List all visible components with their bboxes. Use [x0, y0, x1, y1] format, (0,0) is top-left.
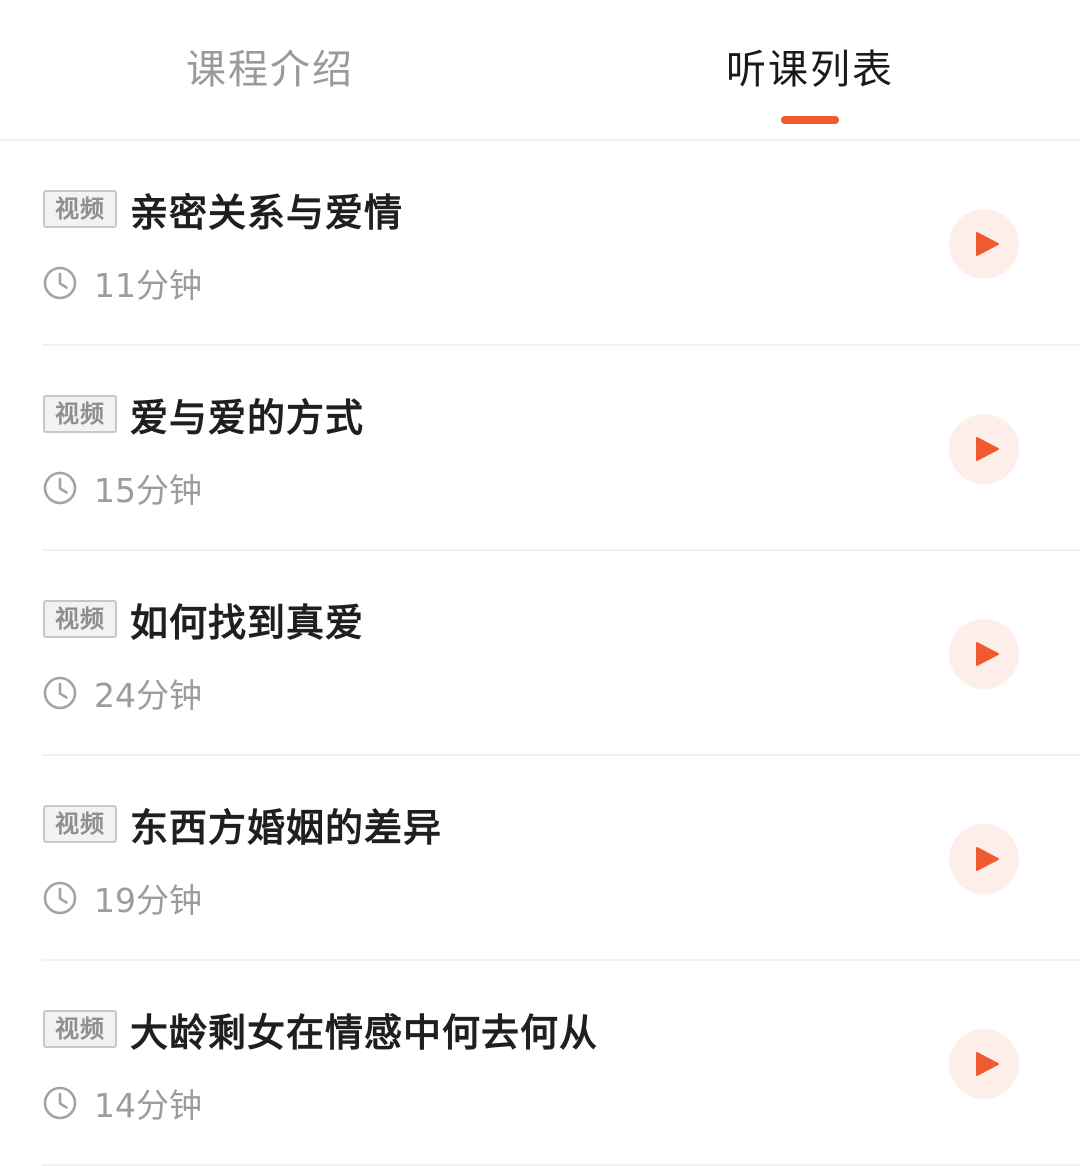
lesson-duration: 15分钟: [94, 471, 202, 510]
active-tab-indicator: [781, 116, 839, 124]
play-button[interactable]: [949, 619, 1019, 689]
list-item[interactable]: 视频 亲密关系与爱情 11分钟: [0, 141, 1080, 346]
lesson-title: 亲密关系与爱情: [130, 190, 404, 235]
lesson-duration: 14分钟: [94, 1086, 202, 1125]
lesson-title: 爱与爱的方式: [130, 395, 365, 440]
list-item[interactable]: 视频 东西方婚姻的差异 19分钟: [0, 756, 1080, 961]
list-item[interactable]: 视频 爱与爱的方式 15分钟: [0, 346, 1080, 551]
clock-icon: [43, 266, 77, 300]
play-icon: [975, 232, 999, 256]
list-item[interactable]: 视频 如何找到真爱 24分钟: [0, 551, 1080, 756]
video-badge: 视频: [43, 600, 117, 638]
video-badge: 视频: [43, 395, 117, 433]
video-badge: 视频: [43, 1010, 117, 1048]
lesson-title-row: 视频 亲密关系与爱情: [43, 185, 403, 235]
play-icon: [975, 642, 999, 666]
lesson-meta: 15分钟: [43, 468, 202, 510]
video-badge: 视频: [43, 190, 117, 228]
tab-bar: 课程介绍 听课列表: [0, 0, 1080, 141]
play-button[interactable]: [949, 414, 1019, 484]
list-item[interactable]: 视频 大龄剩女在情感中何去何从 14分钟: [0, 961, 1080, 1166]
lesson-meta: 14分钟: [43, 1083, 202, 1125]
play-button[interactable]: [949, 824, 1019, 894]
video-badge: 视频: [43, 805, 117, 843]
play-icon: [975, 1052, 999, 1076]
lesson-meta: 11分钟: [43, 263, 202, 305]
lesson-title-row: 视频 爱与爱的方式: [43, 390, 364, 440]
play-icon: [975, 437, 999, 461]
play-icon: [975, 847, 999, 871]
tab-label: 课程介绍: [186, 47, 354, 93]
lesson-title: 如何找到真爱: [130, 600, 365, 645]
lesson-title-row: 视频 大龄剩女在情感中何去何从: [43, 1005, 598, 1055]
lesson-duration: 24分钟: [94, 676, 202, 715]
lesson-title: 大龄剩女在情感中何去何从: [130, 1010, 599, 1055]
lesson-title-row: 视频 如何找到真爱: [43, 595, 364, 645]
lesson-meta: 19分钟: [43, 878, 202, 920]
clock-icon: [43, 1086, 77, 1120]
play-button[interactable]: [949, 209, 1019, 279]
play-button[interactable]: [949, 1029, 1019, 1099]
lesson-list: 视频 亲密关系与爱情 11分钟 视频 爱与爱的方式 15分钟 视频 如何找到真爱…: [0, 141, 1080, 1166]
tab-lesson-list[interactable]: 听课列表: [700, 0, 920, 141]
lesson-duration: 19分钟: [94, 881, 202, 920]
tab-course-intro[interactable]: 课程介绍: [160, 0, 380, 141]
clock-icon: [43, 881, 77, 915]
lesson-title-row: 视频 东西方婚姻的差异: [43, 800, 442, 850]
clock-icon: [43, 471, 77, 505]
lesson-meta: 24分钟: [43, 673, 202, 715]
clock-icon: [43, 676, 77, 710]
tab-label: 听课列表: [726, 47, 894, 93]
lesson-title: 东西方婚姻的差异: [130, 805, 443, 850]
lesson-duration: 11分钟: [94, 266, 202, 305]
